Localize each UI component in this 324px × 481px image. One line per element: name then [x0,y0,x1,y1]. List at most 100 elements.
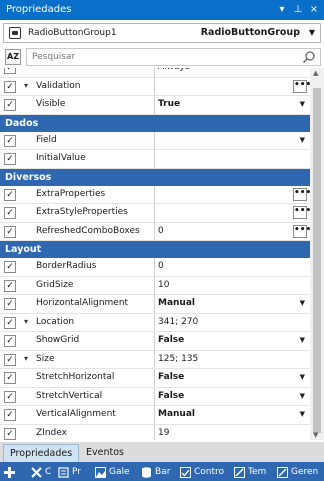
expand-chevron-icon[interactable]: ▾ [24,354,28,363]
property-checkbox[interactable]: ✓ [4,99,16,111]
property-checkbox[interactable]: ✓ [4,316,16,329]
property-checkbox[interactable]: ✓ [4,153,16,165]
expand-chevron-icon[interactable]: ▾ [24,81,28,90]
property-value[interactable]: False [158,335,184,345]
property-value[interactable]: Always [158,68,190,72]
object-selector[interactable]: RadioButtonGroup1 RadioButtonGroup ▼ [3,23,321,43]
category-layout[interactable]: Layout [0,241,310,258]
column-divider[interactable] [154,77,155,95]
ellipsis-button[interactable]: ••• [293,187,310,201]
toolbar-database[interactable]: Bar [141,465,170,479]
property-checkbox[interactable]: ✓ [4,261,16,273]
column-divider[interactable] [154,350,155,368]
column-divider[interactable] [154,313,155,331]
toolbar-controls[interactable]: Contro [180,465,224,479]
property-value[interactable]: 0 [158,226,164,236]
column-divider[interactable] [154,369,155,387]
category-dados[interactable]: Dados [0,114,310,132]
column-divider[interactable] [154,131,155,149]
vertical-scrollbar[interactable]: ▲ ▼ [310,68,324,440]
ellipsis-button[interactable]: ••• [293,79,310,93]
property-row-extraproperties[interactable]: ✓ ExtraProperties ••• [0,185,310,204]
property-row-size[interactable]: ✓ ▾ Size 125; 135 [0,350,310,369]
dropdown-arrow-icon[interactable]: ▼ [300,392,305,400]
property-checkbox[interactable]: ✓ [4,353,16,366]
category-diversos[interactable]: Diversos [0,168,310,186]
property-checkbox[interactable]: ✓ [4,335,16,347]
search-icon[interactable] [302,50,316,64]
toolbar-add[interactable] [4,465,18,479]
dropdown-arrow-icon[interactable]: ▼ [300,299,305,307]
property-row-horizontalalignment[interactable]: ✓ HorizontalAlignment Manual ▼ [0,295,310,314]
ellipsis-button[interactable]: ••• [293,206,310,219]
close-icon[interactable]: × [307,2,321,17]
dropdown-arrow-icon[interactable]: ▼ [300,336,305,344]
property-row-verticalalignment[interactable]: ✓ VerticalAlignment Manual ▼ [0,406,310,425]
dropdown-arrow-icon[interactable]: ▼ [300,100,305,108]
scroll-thumb[interactable] [313,88,321,433]
property-row-stretchvertical[interactable]: ✓ StretchVertical False ▼ [0,387,310,406]
column-divider[interactable] [154,68,155,77]
property-row-stretchhorizontal[interactable]: ✓ StretchHorizontal False ▼ [0,369,310,388]
dropdown-icon[interactable]: ▾ [275,2,289,17]
property-row-field[interactable]: ✓ Field ▼ [0,131,310,150]
property-value[interactable]: False [158,372,184,382]
column-divider[interactable] [154,424,155,440]
property-checkbox[interactable]: ✓ [4,134,16,147]
property-checkbox[interactable]: ✓ [4,298,16,310]
dropdown-arrow-icon[interactable]: ▼ [300,136,305,144]
toolbar-gallery[interactable]: Gale [95,465,130,479]
property-checkbox[interactable]: ✓ [4,390,16,403]
column-divider[interactable] [154,276,155,294]
property-row-zindex[interactable]: ✓ ZIndex 19 [0,424,310,440]
property-checkbox[interactable]: ✓ [4,409,16,421]
property-checkbox[interactable]: ✓ [4,225,16,238]
property-row-initialvalue[interactable]: ✓ InitialValue [0,150,310,169]
column-divider[interactable] [154,150,155,168]
toolbar-properties[interactable]: Pr [58,465,81,479]
column-divider[interactable] [154,222,155,240]
property-row-location[interactable]: ✓ ▾ Location 341; 270 [0,313,310,332]
column-divider[interactable] [154,258,155,276]
property-value[interactable]: True [158,99,180,109]
property-row-visible[interactable]: ✓ Visible True ▼ [0,96,310,115]
ellipsis-button[interactable]: ••• [293,224,310,238]
scroll-down-icon[interactable]: ▼ [313,431,318,439]
column-divider[interactable] [154,406,155,424]
toolbar-theme[interactable]: Tem [234,465,266,479]
property-checkbox[interactable]: ✓ [4,207,16,219]
column-divider[interactable] [154,204,155,222]
property-value[interactable]: 125; 135 [158,354,198,364]
dropdown-arrow-icon[interactable]: ▼ [300,410,305,418]
sort-az-button[interactable]: AZ [5,49,21,65]
property-value[interactable]: 341; 270 [158,317,198,327]
property-checkbox[interactable]: ✓ [4,80,16,93]
column-divider[interactable] [154,295,155,313]
property-checkbox[interactable]: ✓ [4,427,16,440]
property-row-extrastyleproperties[interactable]: ✓ ExtraStyleProperties ••• [0,204,310,223]
property-checkbox[interactable]: ✓ [4,188,16,201]
property-row[interactable]: ✓ Always [0,68,310,78]
property-checkbox[interactable]: ✓ [4,68,16,74]
property-row-showgrid[interactable]: ✓ ShowGrid False ▼ [0,332,310,351]
scroll-up-icon[interactable]: ▲ [313,69,318,77]
search-input[interactable] [26,48,321,66]
property-value[interactable]: Manual [158,409,195,419]
pin-icon[interactable]: ⊥ [291,2,305,17]
column-divider[interactable] [154,185,155,203]
column-divider[interactable] [154,332,155,350]
column-divider[interactable] [154,387,155,405]
property-value[interactable]: 10 [158,280,169,290]
dropdown-arrow-icon[interactable]: ▼ [300,373,305,381]
expand-chevron-icon[interactable]: ▾ [24,317,28,326]
property-value[interactable]: 0 [158,261,164,271]
property-row-refreshedcomboboxes[interactable]: ✓ RefreshedComboBoxes 0 ••• [0,222,310,241]
tab-propriedades[interactable]: Propriedades [3,444,80,462]
toolbar-tools[interactable]: C [31,465,51,479]
tab-eventos[interactable]: Eventos [80,444,130,462]
property-row-gridsize[interactable]: ✓ GridSize 10 [0,276,310,295]
column-divider[interactable] [154,96,155,114]
toolbar-manager[interactable]: Geren [277,465,318,479]
chevron-down-icon[interactable]: ▼ [309,28,315,37]
property-row-validation[interactable]: ✓ ▾ Validation ••• [0,77,310,96]
